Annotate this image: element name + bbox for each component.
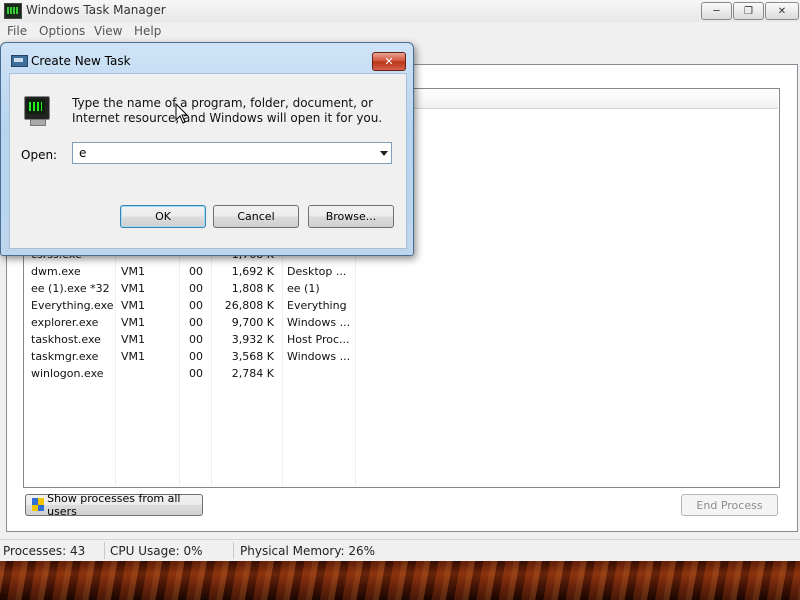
- status-processes: Processes: 43: [3, 544, 86, 558]
- process-name: taskhost.exe: [31, 333, 101, 346]
- process-cpu: 00: [189, 350, 203, 363]
- show-all-processes-button[interactable]: Show processes from all users: [25, 492, 203, 518]
- process-memory: 9,700 K: [231, 316, 274, 329]
- process-memory: 26,808 K: [224, 299, 274, 312]
- task-manager-icon: [4, 3, 22, 19]
- menu-bar: File Options View Help: [0, 22, 800, 40]
- menu-file[interactable]: File: [7, 24, 27, 38]
- table-row[interactable]: ee (1).exe *32 VM1 00 1,808 K ee (1): [24, 281, 774, 298]
- uac-shield-icon: [32, 498, 45, 512]
- process-name: Everything.exe: [31, 299, 114, 312]
- dialog-message: Type the name of a program, folder, docu…: [72, 96, 383, 125]
- browse-button[interactable]: Browse...: [308, 205, 394, 228]
- cancel-button[interactable]: Cancel: [213, 205, 299, 228]
- end-process-button[interactable]: End Process: [681, 494, 778, 516]
- process-memory: 1,808 K: [231, 282, 274, 295]
- dialog-close-button[interactable]: ✕: [372, 52, 406, 71]
- process-memory: 1,692 K: [231, 265, 274, 278]
- process-user: VM1: [121, 299, 146, 312]
- window-title: Windows Task Manager: [26, 3, 166, 17]
- menu-options[interactable]: Options: [39, 24, 85, 38]
- open-combobox[interactable]: e: [72, 142, 392, 164]
- close-icon: ✕: [777, 5, 787, 17]
- process-name: winlogon.exe: [31, 367, 104, 380]
- dropdown-arrow-icon[interactable]: [380, 151, 388, 156]
- open-label: Open:: [21, 148, 58, 162]
- process-name: explorer.exe: [31, 316, 99, 329]
- process-description: Windows ...: [287, 350, 351, 363]
- open-input-value[interactable]: e: [79, 146, 86, 160]
- status-cpu: CPU Usage: 0%: [110, 544, 203, 558]
- process-cpu: 00: [189, 265, 203, 278]
- process-user: VM1: [121, 265, 146, 278]
- minimize-button[interactable]: ─: [701, 2, 732, 20]
- create-new-task-dialog: Create New Task ✕ Type the name of a pro…: [0, 42, 414, 256]
- table-row[interactable]: taskmgr.exe VM1 00 3,568 K Windows ...: [24, 349, 774, 366]
- menu-view[interactable]: View: [94, 24, 122, 38]
- menu-help[interactable]: Help: [134, 24, 161, 38]
- process-user: VM1: [121, 350, 146, 363]
- process-memory: 3,568 K: [231, 350, 274, 363]
- process-user: VM1: [121, 316, 146, 329]
- table-row[interactable]: dwm.exe VM1 00 1,692 K Desktop ...: [24, 264, 774, 281]
- process-cpu: 00: [189, 367, 203, 380]
- minimize-icon: ─: [713, 5, 720, 17]
- process-cpu: 00: [189, 282, 203, 295]
- close-button[interactable]: ✕: [765, 2, 799, 20]
- ok-button[interactable]: OK: [120, 205, 206, 228]
- dialog-body: Type the name of a program, folder, docu…: [9, 73, 407, 249]
- table-row[interactable]: taskhost.exe VM1 00 3,932 K Host Proc...: [24, 332, 774, 349]
- process-cpu: 00: [189, 333, 203, 346]
- computer-icon: [22, 96, 52, 126]
- process-user: VM1: [121, 333, 146, 346]
- process-description: Windows ...: [287, 316, 351, 329]
- process-memory: 2,784 K: [231, 367, 274, 380]
- table-row[interactable]: Everything.exe VM1 00 26,808 K Everythin…: [24, 298, 774, 315]
- process-memory: 3,932 K: [231, 333, 274, 346]
- status-separator: [104, 542, 105, 559]
- process-cpu: 00: [189, 299, 203, 312]
- status-memory: Physical Memory: 26%: [240, 544, 376, 558]
- show-all-processes-label: Show processes from all users: [47, 492, 181, 518]
- status-separator: [233, 542, 234, 559]
- desktop-wallpaper: [0, 560, 800, 600]
- process-description: Host Proc...: [287, 333, 350, 346]
- close-icon: ✕: [384, 55, 394, 68]
- process-description: ee (1): [287, 282, 320, 295]
- process-user: VM1: [121, 282, 146, 295]
- status-bar: Processes: 43 CPU Usage: 0% Physical Mem…: [0, 539, 800, 561]
- process-name: ee (1).exe *32: [31, 282, 110, 295]
- table-row[interactable]: winlogon.exe 00 2,784 K: [24, 366, 774, 383]
- process-name: dwm.exe: [31, 265, 81, 278]
- table-row[interactable]: explorer.exe VM1 00 9,700 K Windows ...: [24, 315, 774, 332]
- process-cpu: 00: [189, 316, 203, 329]
- process-name: taskmgr.exe: [31, 350, 99, 363]
- process-description: Everything: [287, 299, 347, 312]
- dialog-title: Create New Task: [31, 54, 131, 68]
- restore-icon: ❐: [744, 5, 753, 17]
- maximize-button[interactable]: ❐: [733, 2, 764, 20]
- process-description: Desktop ...: [287, 265, 347, 278]
- title-bar[interactable]: Windows Task Manager ─ ❐ ✕: [0, 0, 800, 23]
- run-dialog-icon: [11, 55, 28, 67]
